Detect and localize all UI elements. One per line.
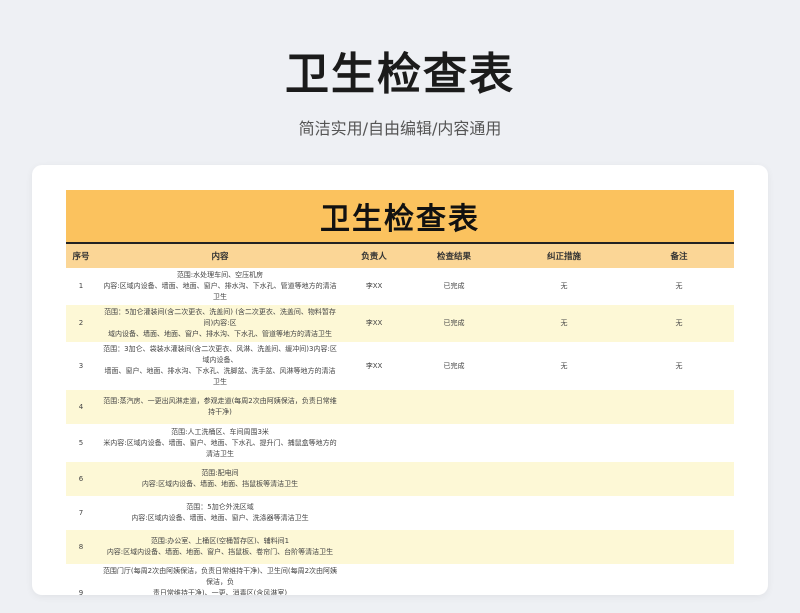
cell-id[interactable]: 1 xyxy=(66,268,96,305)
table-header-row: 序号 内容 负责人 检查结果 纠正措施 备注 xyxy=(66,244,734,268)
cell-note[interactable]: 无 xyxy=(624,342,734,390)
table-row: 7 范围：5加仑外洗区域 内容:区域内设备、墙面、地面、窗户、洗涤器等清洁卫生 xyxy=(66,496,734,530)
cell-result[interactable] xyxy=(404,390,504,424)
header-id[interactable]: 序号 xyxy=(66,244,96,268)
cell-content[interactable]: 范围：5加仑灌装间(含二次更衣、洗盖间) (含二次更衣、洗盖间、物料暂存间)内容… xyxy=(96,305,344,342)
content-line: 范围:人工洗桶区、车间周围3米 xyxy=(171,427,269,436)
cell-owner[interactable]: 李XX xyxy=(344,305,404,342)
content-line: 范围:办公室、上桶区(空桶暂存区)、辅料间1 xyxy=(150,537,290,545)
cell-result[interactable] xyxy=(404,424,504,462)
content-line: 范围:蒸汽房、一更出风淋走道，参观走道(每周2次由阿姨保洁，负责日常维持干净) xyxy=(103,397,337,416)
cell-owner[interactable] xyxy=(344,390,404,424)
table-row: 9 范围门厅(每周2次由阿姨保洁，负责日常维持干净)、卫生间(每周2次由阿姨保洁，… xyxy=(66,564,734,595)
cell-fix[interactable] xyxy=(504,424,624,462)
table-row: 2 范围：5加仑灌装间(含二次更衣、洗盖间) (含二次更衣、洗盖间、物料暂存间)内… xyxy=(66,305,734,342)
content-line: 范围门厅(每周2次由阿姨保洁，负责日常维持干净)、卫生间(每周2次由阿姨保洁，负 xyxy=(102,567,338,586)
cell-owner[interactable] xyxy=(344,530,404,564)
header-result[interactable]: 检查结果 xyxy=(404,244,504,268)
inspection-table: 序号 内容 负责人 检查结果 纠正措施 备注 1 范围:水处理车间、空压机房 内容:… xyxy=(66,244,734,595)
cell-owner[interactable] xyxy=(344,564,404,595)
header-content[interactable]: 内容 xyxy=(96,244,344,268)
cell-id[interactable]: 5 xyxy=(66,424,96,462)
content-line: 责日常维持干净)、一更、消毒区(含风淋室) xyxy=(152,589,288,595)
cell-note[interactable]: 无 xyxy=(624,268,734,305)
cell-content[interactable]: 范围:人工洗桶区、车间周围3米米内容:区域内设备、墙面、窗户、地面、下水孔、提升… xyxy=(96,424,344,462)
page-title: 卫生检查表 xyxy=(285,49,515,100)
cell-owner[interactable] xyxy=(344,462,404,496)
cell-fix[interactable] xyxy=(504,564,624,595)
cell-result[interactable]: 已完成 xyxy=(404,305,504,342)
cell-fix[interactable]: 无 xyxy=(504,268,624,305)
content-line: 范围：5加仑外洗区域 xyxy=(186,503,254,511)
cell-note[interactable] xyxy=(624,462,734,496)
cell-id[interactable]: 2 xyxy=(66,305,96,342)
cell-owner[interactable]: 李XX xyxy=(344,342,404,390)
cell-result[interactable]: 已完成 xyxy=(404,342,504,390)
cell-note[interactable] xyxy=(624,496,734,530)
cell-fix[interactable] xyxy=(504,530,624,564)
cell-id[interactable]: 9 xyxy=(66,564,96,595)
cell-content[interactable]: 范围:蒸汽房、一更出风淋走道，参观走道(每周2次由阿姨保洁，负责日常维持干净) xyxy=(96,390,344,424)
table-row: 8 范围:办公室、上桶区(空桶暂存区)、辅料间1 内容:区域内设备、墙面、地面、窗户… xyxy=(66,530,734,564)
cell-note[interactable] xyxy=(624,530,734,564)
cell-content[interactable]: 范围:配电间内容:区域内设备、墙面、地面、挡鼠板等清洁卫生 xyxy=(96,462,344,496)
cell-id[interactable]: 7 xyxy=(66,496,96,530)
sheet-card: 卫生检查表 序号 内容 负责人 检查结果 纠正措施 备注 1 范围:水处理车间、空… xyxy=(32,165,768,595)
content-line: 范围:配电间 xyxy=(201,469,239,477)
cell-id[interactable]: 6 xyxy=(66,462,96,496)
header-fix[interactable]: 纠正措施 xyxy=(504,244,624,268)
cell-content[interactable]: 范围:办公室、上桶区(空桶暂存区)、辅料间1 内容:区域内设备、墙面、地面、窗户、… xyxy=(96,530,344,564)
table-row: 6 范围:配电间 内容:区域内设备、墙面、地面、挡鼠板等清洁卫生 xyxy=(66,462,734,496)
cell-fix[interactable] xyxy=(504,496,624,530)
cell-id[interactable]: 3 xyxy=(66,342,96,390)
cell-note[interactable] xyxy=(624,564,734,595)
cell-fix[interactable]: 无 xyxy=(504,342,624,390)
cell-fix[interactable]: 无 xyxy=(504,305,624,342)
content-line: 内容:区域内设备、墙面、地面、挡鼠板等清洁卫生 xyxy=(141,480,299,488)
content-line: 范围：3加仑、袋装水灌装间(含二次更衣、风淋、洗盖间、缓冲间)3内容:区域内设备… xyxy=(103,345,337,364)
cell-content[interactable]: 范围：5加仑外洗区域内容:区域内设备、墙面、地面、窗户、洗涤器等清洁卫生 xyxy=(96,496,344,530)
table-row: 3 范围：3加仑、袋装水灌装间(含二次更衣、风淋、洗盖间、缓冲间)3内容:区域内设… xyxy=(66,342,734,390)
content-line: 墙面、窗户、地面、排水沟、下水孔、洗脚盆、洗手盆、风淋等地方的清洁卫生 xyxy=(104,367,336,386)
cell-note[interactable] xyxy=(624,390,734,424)
table-row: 5 范围:人工洗桶区、车间周围3米 米内容:区域内设备、墙面、窗户、地面、下水孔、提… xyxy=(66,424,734,462)
content-line: 范围：5加仑灌装间(含二次更衣、洗盖间) (含二次更衣、洗盖间、物料暂存间)内容… xyxy=(104,308,336,327)
page-subtitle: 简洁实用/自由编辑/内容通用 xyxy=(298,119,502,138)
cell-content[interactable]: 范围：3加仑、袋装水灌装间(含二次更衣、风淋、洗盖间、缓冲间)3内容:区域内设备… xyxy=(96,342,344,390)
content-line: 域内设备、墙面、地面、窗户、排水沟、下水孔、管道等地方的清洁卫生 xyxy=(108,330,332,338)
cell-fix[interactable] xyxy=(504,462,624,496)
content-line: 内容:区域内设备、墙面、地面、窗户、洗涤器等清洁卫生 xyxy=(131,514,309,522)
cell-owner[interactable] xyxy=(344,424,404,462)
cell-note[interactable]: 无 xyxy=(624,305,734,342)
cell-result[interactable]: 已完成 xyxy=(404,268,504,305)
sheet-title: 卫生检查表 xyxy=(66,190,734,244)
header-note[interactable]: 备注 xyxy=(624,244,734,268)
content-line: 内容:区域内设备、墙面、地面、窗户、排水沟、下水孔、管道等地方的清洁卫生 xyxy=(103,282,337,301)
spreadsheet: 卫生检查表 序号 内容 负责人 检查结果 纠正措施 备注 1 范围:水处理车间、空… xyxy=(66,190,734,595)
content-line: 范围:水处理车间、空压机房 xyxy=(176,271,264,279)
cell-content[interactable]: 范围门厅(每周2次由阿姨保洁，负责日常维持干净)、卫生间(每周2次由阿姨保洁，负… xyxy=(96,564,344,595)
cell-fix[interactable] xyxy=(504,390,624,424)
cell-owner[interactable] xyxy=(344,496,404,530)
table-body: 1 范围:水处理车间、空压机房 内容:区域内设备、墙面、地面、窗户、排水沟、下水孔、… xyxy=(66,268,734,595)
cell-result[interactable] xyxy=(404,530,504,564)
cell-note[interactable] xyxy=(624,424,734,462)
cell-id[interactable]: 8 xyxy=(66,530,96,564)
cell-owner[interactable]: 李XX xyxy=(344,268,404,305)
cell-id[interactable]: 4 xyxy=(66,390,96,424)
content-line: 内容:区域内设备、墙面、地面、窗户、挡鼠板、卷帘门、台阶等清洁卫生 xyxy=(106,548,334,556)
content-line: 米内容:区域内设备、墙面、窗户、地面、下水孔、提升门、捕鼠盒等地方的清洁卫生 xyxy=(103,438,337,458)
cell-content[interactable]: 范围:水处理车间、空压机房内容:区域内设备、墙面、地面、窗户、排水沟、下水孔、管… xyxy=(96,268,344,305)
table-row: 4 范围:蒸汽房、一更出风淋走道，参观走道(每周2次由阿姨保洁，负责日常维持干净) xyxy=(66,390,734,424)
header-owner[interactable]: 负责人 xyxy=(344,244,404,268)
table-row: 1 范围:水处理车间、空压机房 内容:区域内设备、墙面、地面、窗户、排水沟、下水孔、… xyxy=(66,268,734,305)
cell-result[interactable] xyxy=(404,564,504,595)
cell-result[interactable] xyxy=(404,462,504,496)
cell-result[interactable] xyxy=(404,496,504,530)
